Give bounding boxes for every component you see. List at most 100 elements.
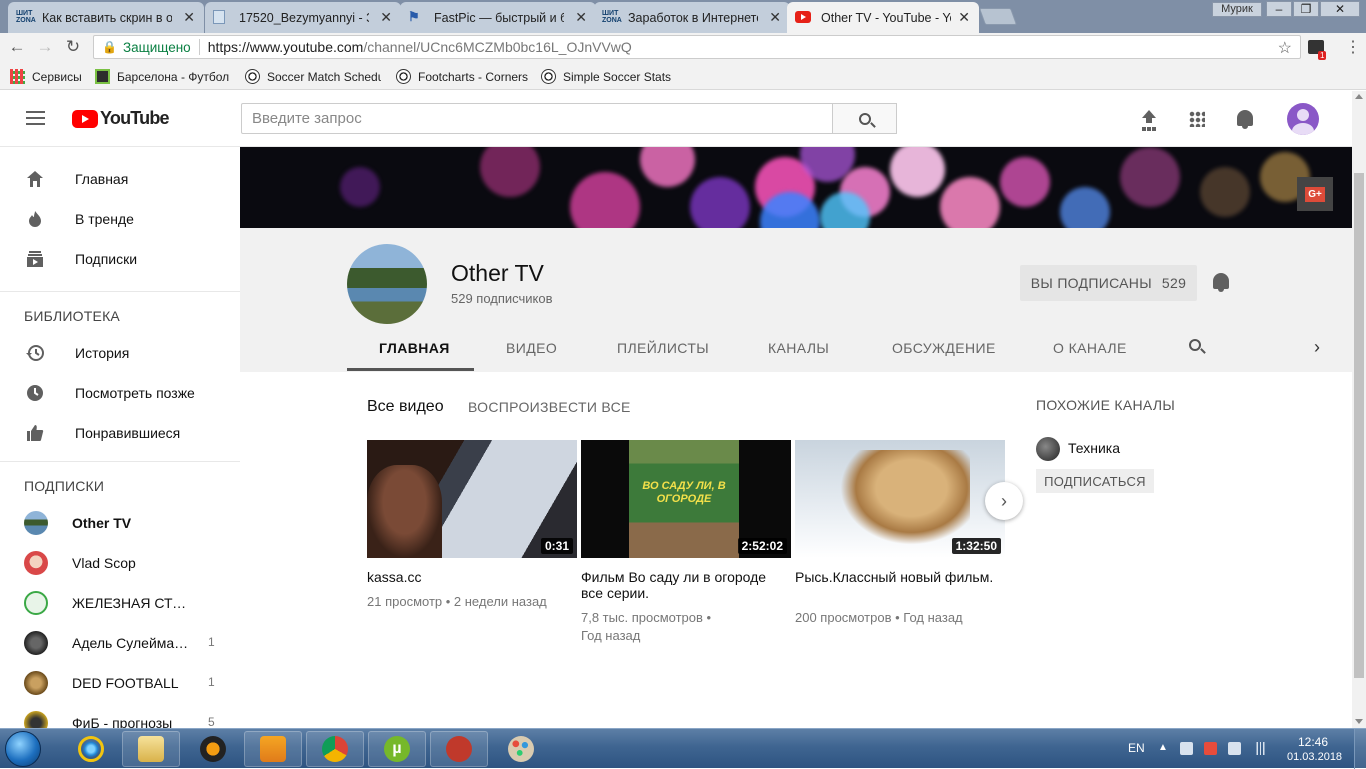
browser-tab-active[interactable]: Other TV - YouTube - Yo ✕ <box>787 2 979 33</box>
browser-tab[interactable]: ⚑ FastPic — быстрый и бе ✕ <box>400 2 596 33</box>
related-channel-avatar[interactable] <box>1036 437 1060 461</box>
guide-item-trending[interactable]: В тренде <box>0 199 240 239</box>
play-all-link[interactable]: ВОСПРОИЗВЕСТИ ВСЕ <box>468 399 631 415</box>
bookmark-services[interactable]: Сервисы <box>10 69 82 84</box>
subscription-item[interactable]: DED FOOTBALL 1 <box>0 663 240 703</box>
scrollbar-thumb[interactable] <box>1354 173 1364 678</box>
tab-about[interactable]: О КАНАЛЕ <box>1053 340 1127 356</box>
network-error-icon[interactable] <box>1204 742 1217 755</box>
tab-videos[interactable]: ВИДЕО <box>506 340 557 356</box>
related-channel-name[interactable]: Техника <box>1068 440 1120 456</box>
language-indicator[interactable]: EN <box>1128 741 1145 755</box>
channel-avatar[interactable] <box>347 244 427 324</box>
subscription-item[interactable]: ЖЕЛЕЗНАЯ СТАВКА <box>0 583 240 623</box>
google-plus-link[interactable]: G+ <box>1297 177 1333 211</box>
fastpic-icon: ⚑ <box>408 9 420 24</box>
tab-home[interactable]: ГЛАВНАЯ <box>379 340 450 356</box>
taskbar-paint[interactable] <box>492 731 550 767</box>
guide-item-watch-later[interactable]: Посмотреть позже <box>0 373 240 413</box>
taskbar-media-player[interactable] <box>244 731 302 767</box>
kebab-menu-icon[interactable]: ⋮ <box>1345 37 1361 57</box>
guide-item-liked[interactable]: Понравившиеся <box>0 413 240 453</box>
video-thumbnail[interactable]: 0:31 <box>367 440 577 558</box>
guide-item-subscriptions[interactable]: Подписки <box>0 239 240 279</box>
section-title[interactable]: Все видео <box>367 398 444 416</box>
apps-grid-icon[interactable] <box>1189 111 1205 127</box>
scroll-up-arrow-icon[interactable] <box>1355 94 1363 99</box>
youtube-play-icon <box>72 109 98 128</box>
bookmark-soccer-stats[interactable]: Simple Soccer Stats <box>541 69 671 84</box>
close-icon[interactable]: ✕ <box>575 9 587 26</box>
clock-time[interactable]: 12:46 <box>1298 735 1328 749</box>
subscribed-button[interactable]: ВЫ ПОДПИСАНЫ 529 <box>1020 265 1197 301</box>
back-arrow-icon[interactable]: ← <box>6 37 28 57</box>
video-thumbnail[interactable]: 1:32:50 <box>795 440 1005 558</box>
profile-button[interactable]: Мурик <box>1212 2 1262 17</box>
tab-playlists[interactable]: ПЛЕЙЛИСТЫ <box>617 340 709 356</box>
scroll-down-arrow-icon[interactable] <box>1355 719 1363 724</box>
guide-item-history[interactable]: История <box>0 333 240 373</box>
close-icon[interactable]: ✕ <box>380 9 392 26</box>
guide-item-home[interactable]: Главная <box>0 159 240 199</box>
taskbar-chrome[interactable] <box>306 731 364 767</box>
close-icon[interactable]: ✕ <box>183 9 195 26</box>
youtube-logo[interactable]: YouTube <box>72 108 170 129</box>
taskbar-utorrent[interactable]: µ <box>368 731 426 767</box>
browser-tab[interactable]: 17520_Bezymyannyi - За ✕ <box>205 2 401 33</box>
shelf-next-button[interactable]: › <box>985 482 1023 520</box>
subscription-item[interactable]: ФиБ - прогнозы 5 <box>0 703 240 728</box>
search-input[interactable]: Введите запрос <box>241 103 833 134</box>
channel-search-button[interactable] <box>1189 339 1201 351</box>
divider <box>198 39 200 55</box>
subscription-item[interactable]: Other TV <box>0 503 240 543</box>
search-button[interactable] <box>832 103 897 134</box>
account-avatar[interactable] <box>1287 103 1319 135</box>
browser-tab[interactable]: ШИТ ZONA Как вставить скрин в от ✕ <box>8 2 204 33</box>
reload-icon[interactable]: ↻ <box>62 37 84 57</box>
taskbar-explorer[interactable] <box>122 731 180 767</box>
taskbar-aimp[interactable] <box>184 731 242 767</box>
video-title[interactable]: Фильм Во саду ли в огороде все серии. <box>581 569 781 601</box>
new-tab-button[interactable] <box>978 8 1018 25</box>
restore-icon[interactable]: ❐ <box>1293 1 1319 17</box>
subscription-item[interactable]: Vlad Scop <box>0 543 240 583</box>
signal-icon[interactable] <box>1254 742 1267 755</box>
bookmark-footcharts[interactable]: Footcharts - Corners <box>396 69 528 84</box>
video-title[interactable]: kassa.cc <box>367 569 567 585</box>
hamburger-menu-icon[interactable] <box>26 111 45 125</box>
page-scrollbar[interactable] <box>1352 91 1366 728</box>
close-icon[interactable]: ✕ <box>769 9 781 26</box>
device-icon[interactable] <box>1228 742 1241 755</box>
taskbar-ie[interactable] <box>62 731 120 767</box>
subscription-item[interactable]: Адель Сулейманов 1 <box>0 623 240 663</box>
volume-icon[interactable] <box>1180 742 1193 755</box>
bookmark-soccer-schedule[interactable]: Soccer Match Schedu <box>245 69 381 84</box>
subscribe-button[interactable]: ПОДПИСАТЬСЯ <box>1036 469 1154 493</box>
show-desktop-button[interactable] <box>1354 729 1366 769</box>
taskbar-pinnacle[interactable] <box>430 731 488 767</box>
channel-notification-bell-icon[interactable] <box>1213 273 1229 292</box>
address-bar[interactable]: 🔒 Защищено https://www.youtube.com/chann… <box>93 35 1301 59</box>
guide-label: ФиБ - прогнозы <box>72 715 173 728</box>
close-icon[interactable]: ✕ <box>958 9 970 26</box>
video-title[interactable]: Рысь.Классный новый фильм. <box>795 569 995 585</box>
bookmark-barcelona[interactable]: Барселона - Футбол <box>95 69 231 84</box>
tray-expand-icon[interactable]: ▲ <box>1158 742 1168 753</box>
browser-tab[interactable]: ШИТ ZONA Заработок в Интернете ✕ <box>594 2 790 33</box>
forward-arrow-icon[interactable]: → <box>34 37 56 57</box>
logo-text: YouTube <box>100 108 170 128</box>
upload-icon[interactable] <box>1141 110 1157 128</box>
bookmark-star-icon[interactable]: ☆ <box>1278 38 1292 58</box>
video-thumbnail[interactable]: ВО САДУ ЛИ, В ОГОРОДЕ 2:52:02 <box>581 440 791 558</box>
chevron-right-icon[interactable]: › <box>1314 337 1320 358</box>
window-close-icon[interactable]: ✕ <box>1320 1 1360 17</box>
lynx-image <box>840 450 970 545</box>
hitzona-icon: ШИТ ZONA <box>602 10 622 24</box>
minimize-icon[interactable]: – <box>1266 1 1292 17</box>
tab-channels[interactable]: КАНАЛЫ <box>768 340 829 356</box>
windows-start-button[interactable] <box>5 731 41 767</box>
clock-date[interactable]: 01.03.2018 <box>1287 751 1342 763</box>
tab-discussion[interactable]: ОБСУЖДЕНИЕ <box>892 340 996 356</box>
video-duration: 0:31 <box>540 538 573 554</box>
notifications-bell-icon[interactable] <box>1237 110 1253 129</box>
